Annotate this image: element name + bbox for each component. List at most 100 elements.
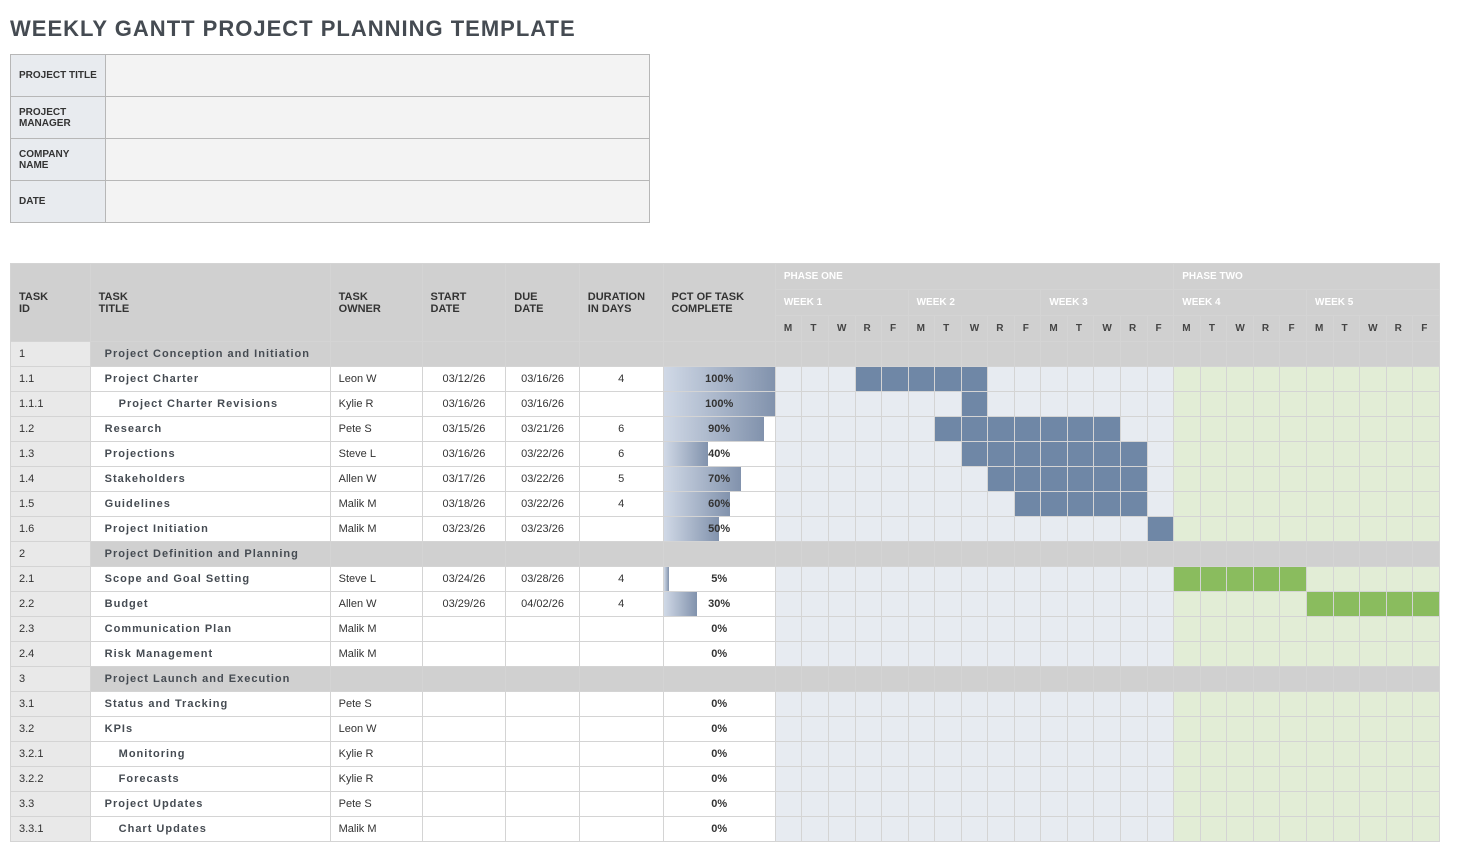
cell-task-owner[interactable]: Malik M <box>330 617 422 642</box>
gantt-cell[interactable] <box>1307 792 1334 817</box>
gantt-cell[interactable] <box>882 442 909 467</box>
cell-duration[interactable] <box>579 667 663 692</box>
cell-task-title[interactable]: Forecasts <box>90 767 330 792</box>
cell-due-date[interactable] <box>506 767 580 792</box>
gantt-cell[interactable] <box>935 467 962 492</box>
cell-pct-complete[interactable]: 0% <box>663 767 775 792</box>
gantt-cell[interactable] <box>1067 517 1094 542</box>
cell-task-id[interactable]: 1.1.1 <box>11 392 91 417</box>
cell-duration[interactable] <box>579 342 663 367</box>
gantt-cell[interactable] <box>1014 567 1041 592</box>
gantt-cell[interactable] <box>775 492 802 517</box>
gantt-cell[interactable] <box>1253 417 1280 442</box>
gantt-cell[interactable] <box>1360 442 1387 467</box>
gantt-cell[interactable] <box>908 617 935 642</box>
gantt-cell[interactable] <box>1120 467 1147 492</box>
gantt-cell[interactable] <box>1200 467 1227 492</box>
gantt-cell[interactable] <box>1307 442 1334 467</box>
gantt-cell[interactable] <box>1360 767 1387 792</box>
cell-pct-complete[interactable]: 50% <box>663 517 775 542</box>
gantt-cell[interactable] <box>1360 742 1387 767</box>
meta-project-manager-value[interactable] <box>106 97 650 139</box>
cell-pct-complete[interactable]: 0% <box>663 792 775 817</box>
gantt-cell[interactable] <box>1147 542 1174 567</box>
cell-start-date[interactable]: 03/12/26 <box>422 367 506 392</box>
cell-due-date[interactable]: 03/28/26 <box>506 567 580 592</box>
gantt-cell[interactable] <box>908 392 935 417</box>
cell-pct-complete[interactable]: 30% <box>663 592 775 617</box>
gantt-cell[interactable] <box>1014 767 1041 792</box>
gantt-cell[interactable] <box>802 792 829 817</box>
gantt-cell[interactable] <box>855 442 882 467</box>
gantt-cell[interactable] <box>1174 342 1201 367</box>
cell-task-id[interactable]: 3.2.1 <box>11 742 91 767</box>
gantt-cell[interactable] <box>1067 717 1094 742</box>
gantt-cell[interactable] <box>882 517 909 542</box>
cell-duration[interactable]: 4 <box>579 567 663 592</box>
gantt-cell[interactable] <box>882 617 909 642</box>
cell-duration[interactable]: 5 <box>579 467 663 492</box>
gantt-cell[interactable] <box>882 642 909 667</box>
cell-task-title[interactable]: Project Definition and Planning <box>90 542 330 567</box>
gantt-cell[interactable] <box>1200 442 1227 467</box>
gantt-cell[interactable] <box>802 542 829 567</box>
gantt-cell[interactable] <box>1253 517 1280 542</box>
cell-start-date[interactable]: 03/18/26 <box>422 492 506 517</box>
gantt-cell[interactable] <box>1333 492 1360 517</box>
gantt-cell[interactable] <box>1386 742 1413 767</box>
gantt-cell[interactable] <box>1227 817 1254 842</box>
cell-task-title[interactable]: Project Conception and Initiation <box>90 342 330 367</box>
gantt-cell[interactable] <box>775 517 802 542</box>
gantt-cell[interactable] <box>1360 567 1387 592</box>
gantt-cell[interactable] <box>988 492 1015 517</box>
gantt-cell[interactable] <box>802 817 829 842</box>
gantt-cell[interactable] <box>1200 492 1227 517</box>
gantt-cell[interactable] <box>935 742 962 767</box>
cell-task-owner[interactable]: Malik M <box>330 517 422 542</box>
cell-start-date[interactable] <box>422 692 506 717</box>
cell-due-date[interactable] <box>506 792 580 817</box>
cell-pct-complete[interactable]: 5% <box>663 567 775 592</box>
gantt-cell[interactable] <box>1307 392 1334 417</box>
gantt-cell[interactable] <box>1280 567 1307 592</box>
gantt-cell[interactable] <box>882 417 909 442</box>
gantt-cell[interactable] <box>1360 417 1387 442</box>
gantt-cell[interactable] <box>1174 392 1201 417</box>
gantt-cell[interactable] <box>908 492 935 517</box>
gantt-cell[interactable] <box>775 367 802 392</box>
cell-task-id[interactable]: 1.3 <box>11 442 91 467</box>
cell-task-id[interactable]: 3.2.2 <box>11 767 91 792</box>
cell-task-owner[interactable]: Leon W <box>330 367 422 392</box>
cell-duration[interactable] <box>579 717 663 742</box>
cell-task-id[interactable]: 2 <box>11 542 91 567</box>
gantt-cell[interactable] <box>908 517 935 542</box>
gantt-cell[interactable] <box>1174 792 1201 817</box>
gantt-cell[interactable] <box>1120 692 1147 717</box>
gantt-cell[interactable] <box>1413 367 1440 392</box>
gantt-cell[interactable] <box>775 767 802 792</box>
gantt-cell[interactable] <box>961 592 988 617</box>
gantt-cell[interactable] <box>1120 767 1147 792</box>
gantt-cell[interactable] <box>1253 642 1280 667</box>
cell-start-date[interactable] <box>422 617 506 642</box>
cell-task-id[interactable]: 3 <box>11 667 91 692</box>
gantt-cell[interactable] <box>1227 767 1254 792</box>
gantt-cell[interactable] <box>1227 617 1254 642</box>
gantt-cell[interactable] <box>1094 542 1121 567</box>
gantt-cell[interactable] <box>1413 667 1440 692</box>
gantt-cell[interactable] <box>882 767 909 792</box>
gantt-cell[interactable] <box>1174 567 1201 592</box>
gantt-cell[interactable] <box>908 667 935 692</box>
gantt-cell[interactable] <box>961 517 988 542</box>
cell-pct-complete[interactable] <box>663 542 775 567</box>
gantt-cell[interactable] <box>775 817 802 842</box>
cell-task-title[interactable]: Research <box>90 417 330 442</box>
gantt-cell[interactable] <box>1120 792 1147 817</box>
gantt-cell[interactable] <box>1174 592 1201 617</box>
cell-task-owner[interactable]: Pete S <box>330 692 422 717</box>
gantt-cell[interactable] <box>1014 442 1041 467</box>
gantt-cell[interactable] <box>988 592 1015 617</box>
cell-task-id[interactable]: 3.1 <box>11 692 91 717</box>
gantt-cell[interactable] <box>1227 342 1254 367</box>
gantt-cell[interactable] <box>1120 542 1147 567</box>
